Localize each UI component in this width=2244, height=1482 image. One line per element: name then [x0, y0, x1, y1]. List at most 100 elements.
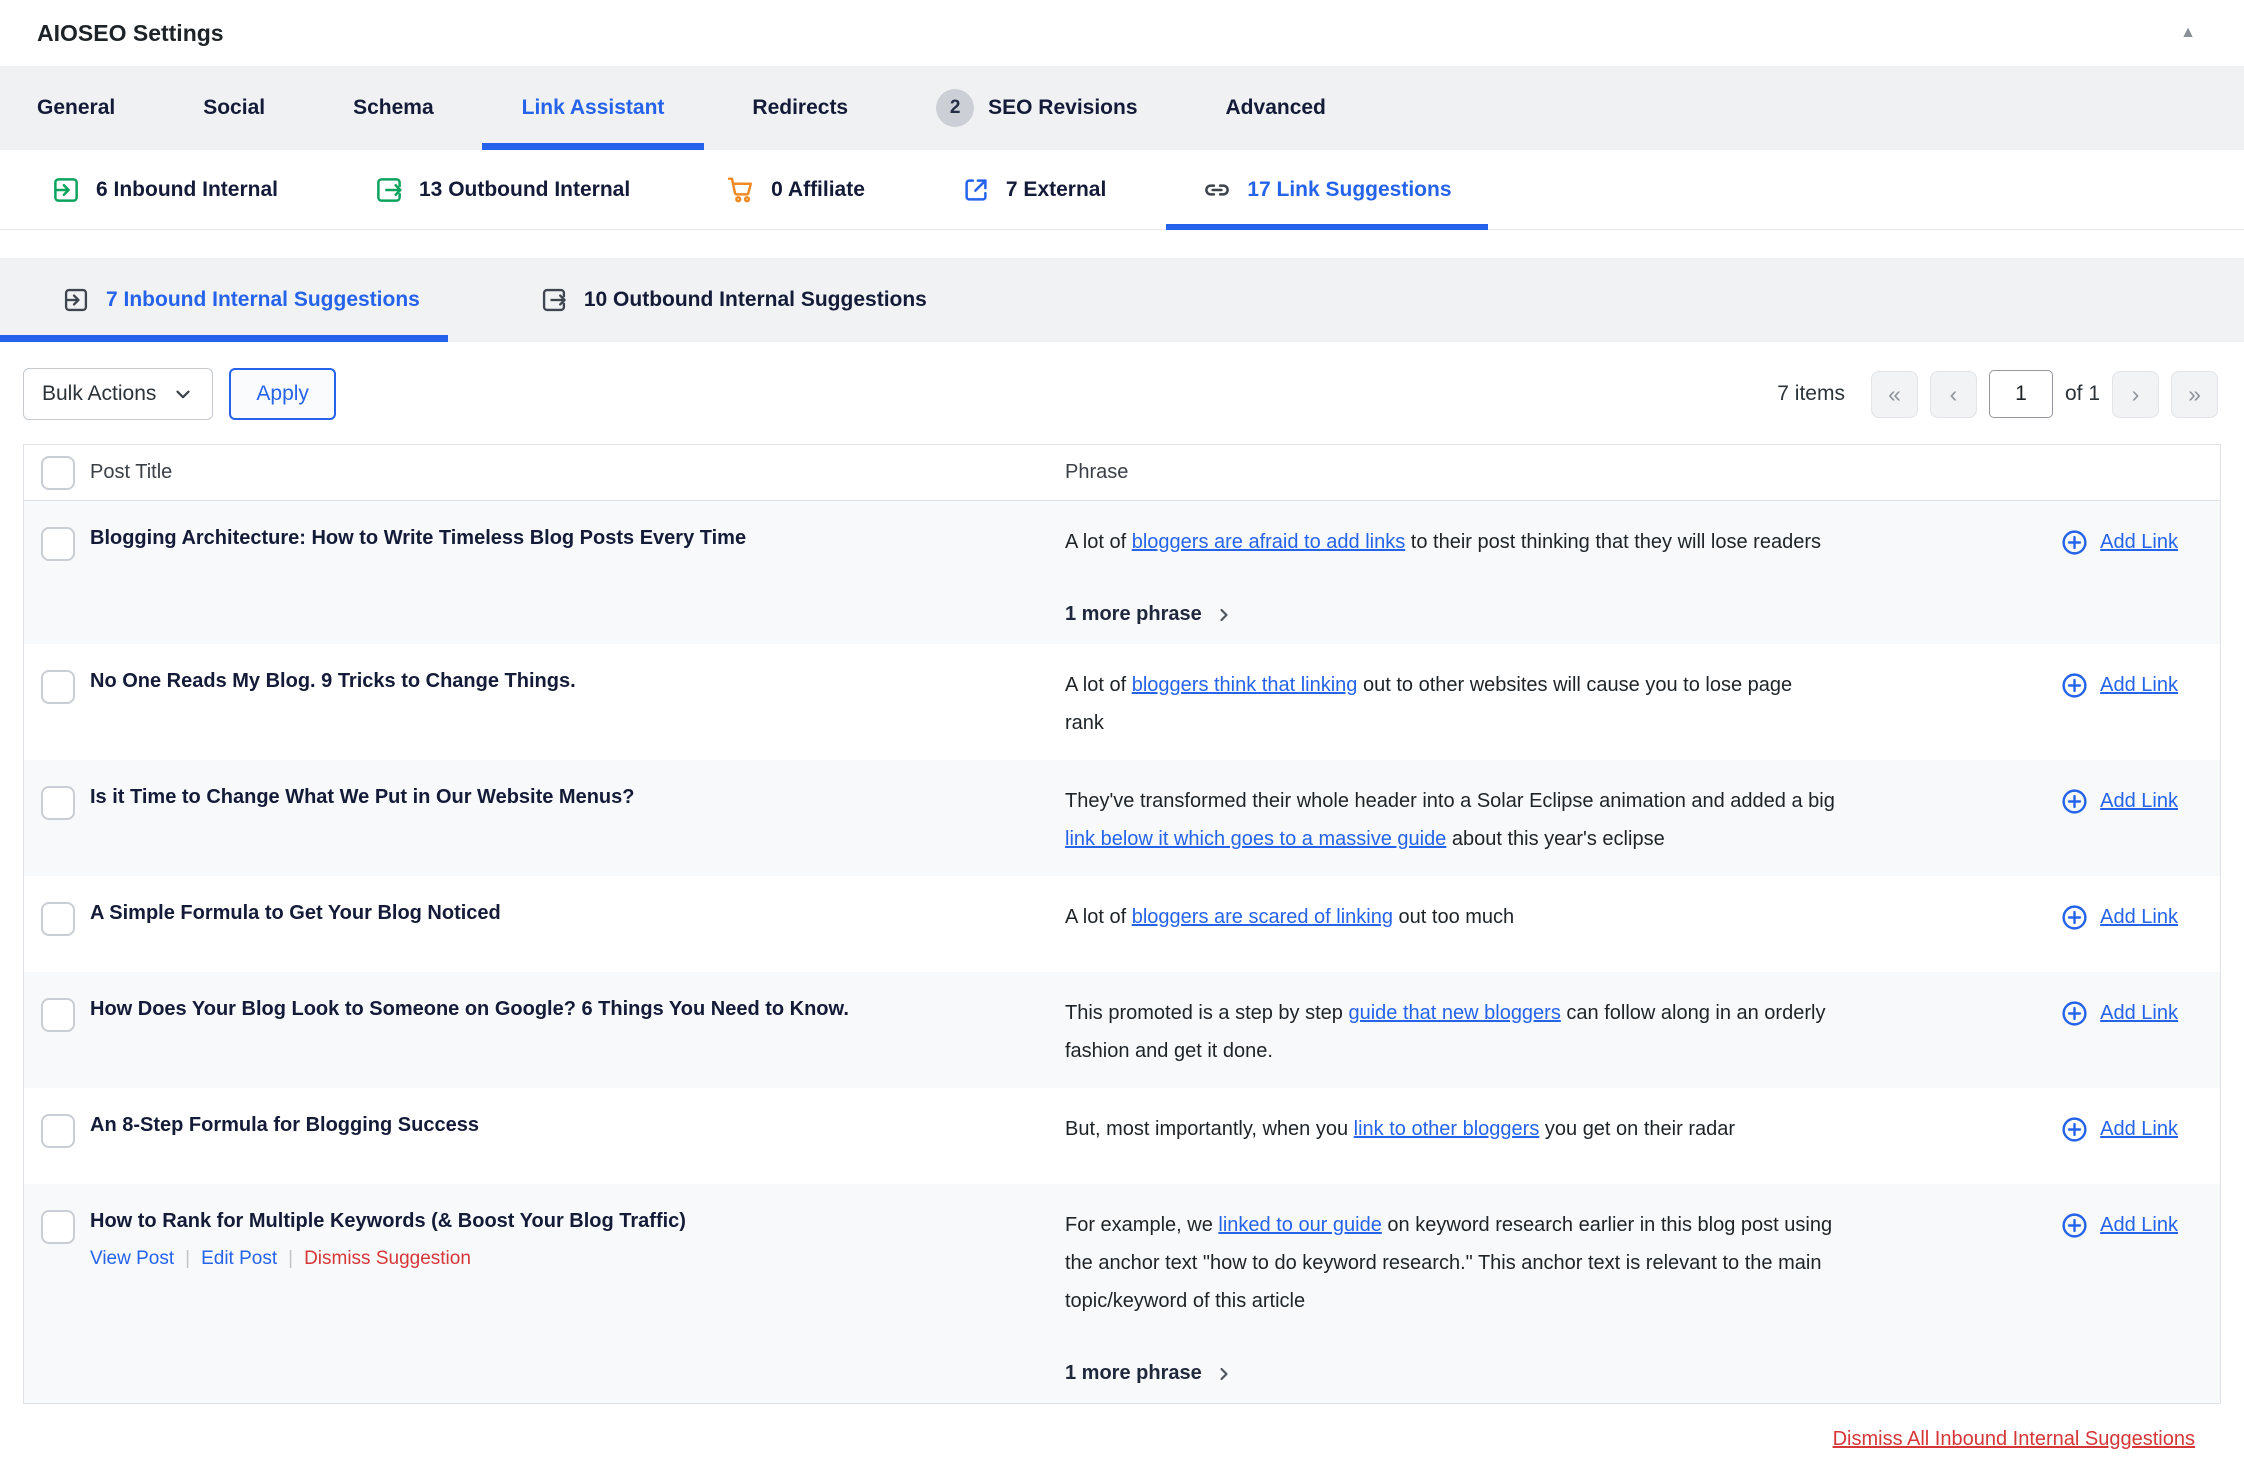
edit-post-link[interactable]: Edit Post — [201, 1248, 277, 1270]
bulk-actions-label: Bulk Actions — [42, 382, 156, 406]
subtab-17-link-suggestions[interactable]: 17 Link Suggestions — [1202, 150, 1451, 229]
subtab-13-outbound-internal[interactable]: 13 Outbound Internal — [374, 150, 630, 229]
circle-plus-icon — [2060, 671, 2089, 700]
row-checkbox[interactable] — [41, 1210, 75, 1244]
active-tab-underline — [0, 335, 448, 342]
subtab-6-inbound-internal[interactable]: 6 Inbound Internal — [51, 150, 278, 229]
row-checkbox[interactable] — [41, 998, 75, 1032]
apply-button[interactable]: Apply — [229, 368, 336, 420]
last-page-button[interactable]: » — [2171, 371, 2218, 418]
phrase-anchor-link[interactable]: bloggers are scared of linking — [1132, 906, 1393, 928]
more-phrase-label: 1 more phrase — [1065, 603, 1202, 626]
select-all-checkbox[interactable] — [41, 456, 75, 490]
chain-link-icon — [1202, 175, 1232, 205]
add-link-label: Add Link — [2100, 674, 2178, 697]
view-post-link[interactable]: View Post — [90, 1248, 174, 1270]
phrase-text: They've transformed their whole header i… — [1065, 782, 1965, 858]
phrase-anchor-link[interactable]: bloggers are afraid to add links — [1132, 531, 1406, 553]
subtab-label: 17 Link Suggestions — [1247, 178, 1451, 202]
add-link-button[interactable]: Add Link — [2060, 994, 2178, 1032]
add-link-label: Add Link — [2100, 1118, 2178, 1141]
column-header-post-title: Post Title — [90, 461, 1065, 484]
subtab-0-affiliate[interactable]: 0 Affiliate — [726, 150, 865, 229]
row-checkbox[interactable] — [41, 902, 75, 936]
dismiss-suggestion-link[interactable]: Dismiss Suggestion — [304, 1248, 471, 1270]
phrase-segment: A lot of — [1065, 674, 1132, 696]
add-link-button[interactable]: Add Link — [2060, 898, 2178, 936]
add-link-button[interactable]: Add Link — [2060, 523, 2178, 561]
box-arrow-out-icon — [374, 175, 404, 205]
chevron-right-icon — [1214, 605, 1234, 625]
row-checkbox[interactable] — [41, 786, 75, 820]
prev-page-button[interactable]: ‹ — [1930, 371, 1977, 418]
chevron-right-icon — [1214, 1364, 1234, 1384]
add-link-button[interactable]: Add Link — [2060, 666, 2178, 704]
suggestions-tab-bar: 7 Inbound Internal Suggestions 10 Outboun… — [0, 258, 2244, 342]
collapse-panel-toggle[interactable]: ▲ — [2180, 24, 2196, 42]
subtab-7-external[interactable]: 7 External — [961, 150, 1106, 229]
suggestion-tab-10-outbound-internal-suggestions[interactable]: 10 Outbound Internal Suggestions — [540, 286, 927, 314]
subtab-label: 0 Affiliate — [771, 178, 865, 202]
table-row: A Simple Formula to Get Your Blog Notice… — [24, 876, 2220, 972]
phrase-text: But, most importantly, when you link to … — [1065, 1110, 1965, 1148]
phrase-anchor-link[interactable]: bloggers think that linking — [1132, 674, 1358, 696]
first-page-button[interactable]: « — [1871, 371, 1918, 418]
phrase-segment: A lot of — [1065, 906, 1132, 928]
bulk-actions-dropdown[interactable]: Bulk Actions — [23, 368, 213, 420]
next-page-button[interactable]: › — [2112, 371, 2159, 418]
table-row: How Does Your Blog Look to Someone on Go… — [24, 972, 2220, 1088]
tab-label: General — [37, 96, 115, 120]
add-link-label: Add Link — [2100, 790, 2178, 813]
tab-social[interactable]: Social — [203, 66, 265, 150]
subtab-label: 6 Inbound Internal — [96, 178, 278, 202]
tab-link-assistant[interactable]: Link Assistant — [522, 66, 665, 150]
tab-general[interactable]: General — [37, 66, 115, 150]
phrase-segment: the anchor text "how to do keyword resea… — [1065, 1252, 1821, 1274]
add-link-label: Add Link — [2100, 1214, 2178, 1237]
total-pages-label: of 1 — [2065, 382, 2100, 406]
tab-redirects[interactable]: Redirects — [752, 66, 848, 150]
tab-schema[interactable]: Schema — [353, 66, 434, 150]
add-link-label: Add Link — [2100, 1002, 2178, 1025]
items-count: 7 items — [1777, 382, 1845, 406]
phrase-anchor-link[interactable]: link below it which goes to a massive gu… — [1065, 828, 1446, 850]
tab-label: Advanced — [1226, 96, 1326, 120]
tab-seo-revisions[interactable]: 2SEO Revisions — [936, 66, 1137, 150]
more-phrase-button[interactable]: 1 more phrase — [1065, 603, 2000, 626]
phrase-text: A lot of bloggers think that linking out… — [1065, 666, 1965, 742]
add-link-label: Add Link — [2100, 906, 2178, 929]
add-link-button[interactable]: Add Link — [2060, 1206, 2178, 1244]
post-title: No One Reads My Blog. 9 Tricks to Change… — [90, 666, 1035, 696]
phrase-segment: topic/keyword of this article — [1065, 1290, 1305, 1312]
phrase-anchor-link[interactable]: guide that new bloggers — [1348, 1002, 1560, 1024]
phrase-segment: you get on their radar — [1539, 1118, 1735, 1140]
circle-plus-icon — [2060, 999, 2089, 1028]
phrase-anchor-link[interactable]: link to other bloggers — [1354, 1118, 1540, 1140]
dismiss-all-link[interactable]: Dismiss All Inbound Internal Suggestions — [1833, 1428, 2195, 1450]
table-header-row: Post Title Phrase — [24, 445, 2220, 501]
separator: | — [185, 1248, 190, 1270]
suggestion-tab-7-inbound-internal-suggestions[interactable]: 7 Inbound Internal Suggestions — [62, 286, 420, 314]
row-checkbox[interactable] — [41, 527, 75, 561]
current-page-input[interactable] — [1989, 370, 2053, 418]
phrase-segment: can follow along in an orderly — [1561, 1002, 1826, 1024]
phrase-anchor-link[interactable]: linked to our guide — [1218, 1214, 1381, 1236]
chevron-down-icon — [172, 383, 194, 405]
add-link-button[interactable]: Add Link — [2060, 1110, 2178, 1148]
add-link-button[interactable]: Add Link — [2060, 782, 2178, 820]
post-title: How to Rank for Multiple Keywords (& Boo… — [90, 1206, 1035, 1236]
row-checkbox[interactable] — [41, 670, 75, 704]
aioseo-settings-panel: AIOSEO Settings ▲ GeneralSocialSchemaLin… — [0, 0, 2244, 1451]
post-title: Is it Time to Change What We Put in Our … — [90, 782, 1035, 812]
more-phrase-label: 1 more phrase — [1065, 1362, 1202, 1385]
row-checkbox[interactable] — [41, 1114, 75, 1148]
box-arrow-in-icon — [62, 286, 90, 314]
post-title: How Does Your Blog Look to Someone on Go… — [90, 994, 1035, 1024]
table-footer: Dismiss All Inbound Internal Suggestions — [0, 1428, 2195, 1451]
link-category-tab-bar: 6 Inbound Internal 13 Outbound Internal 0 … — [0, 150, 2244, 230]
more-phrase-button[interactable]: 1 more phrase — [1065, 1362, 2000, 1385]
separator: | — [288, 1248, 293, 1270]
tab-advanced[interactable]: Advanced — [1226, 66, 1326, 150]
pagination: 7 items « ‹ of 1 › » — [1777, 370, 2218, 418]
subtab-label: 7 External — [1006, 178, 1106, 202]
